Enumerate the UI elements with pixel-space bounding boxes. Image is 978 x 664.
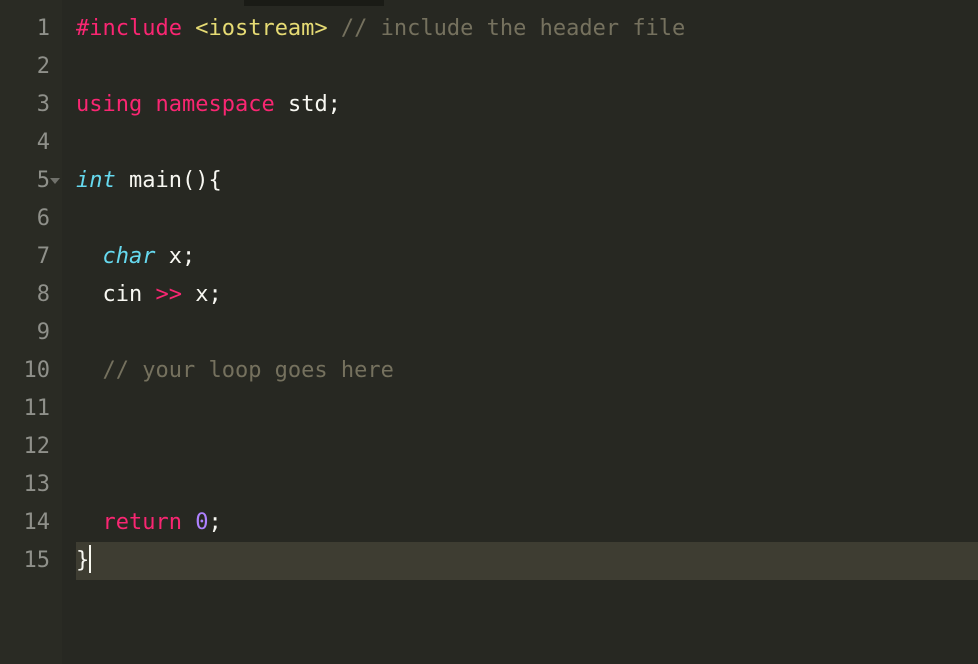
code-token: namespace xyxy=(155,92,274,117)
code-token: return xyxy=(103,510,182,535)
line-number: 12 xyxy=(8,428,50,466)
code-line[interactable] xyxy=(76,48,978,86)
fold-marker-icon[interactable] xyxy=(50,178,60,184)
code-token: std; xyxy=(275,92,341,117)
code-token xyxy=(182,16,195,41)
code-line[interactable]: char x; xyxy=(76,238,978,276)
code-token xyxy=(182,510,195,535)
active-line-highlight xyxy=(76,542,978,580)
code-line[interactable]: #include <iostream> // include the heade… xyxy=(76,10,978,48)
code-token xyxy=(76,244,103,269)
line-number: 15 xyxy=(8,542,50,580)
code-token xyxy=(116,168,129,193)
code-line[interactable]: cin >> x; xyxy=(76,276,978,314)
code-token xyxy=(328,16,341,41)
code-token: #include xyxy=(76,16,182,41)
code-token: cin xyxy=(76,282,155,307)
line-number: 13 xyxy=(8,466,50,504)
code-token: >> xyxy=(155,282,182,307)
code-line[interactable] xyxy=(76,428,978,466)
code-line[interactable]: return 0; xyxy=(76,504,978,542)
line-number: 6 xyxy=(8,200,50,238)
code-line[interactable]: } xyxy=(76,542,978,580)
line-number: 4 xyxy=(8,124,50,162)
code-line[interactable] xyxy=(76,390,978,428)
code-token: <iostream> xyxy=(195,16,327,41)
code-token xyxy=(142,92,155,117)
code-token xyxy=(76,358,103,383)
code-token: (){ xyxy=(182,168,222,193)
code-token: main xyxy=(129,168,182,193)
line-number: 11 xyxy=(8,390,50,428)
line-number-gutter: 123456789101112131415 xyxy=(0,0,62,664)
line-number: 7 xyxy=(8,238,50,276)
code-token: int xyxy=(76,168,116,193)
code-line[interactable]: // your loop goes here xyxy=(76,352,978,390)
code-editor[interactable]: 123456789101112131415 #include <iostream… xyxy=(0,0,978,664)
code-line[interactable] xyxy=(76,466,978,504)
code-token: // your loop goes here xyxy=(103,358,394,383)
code-token: // include the header file xyxy=(341,16,685,41)
code-token: x; xyxy=(182,282,222,307)
line-number: 14 xyxy=(8,504,50,542)
code-token: x; xyxy=(155,244,195,269)
code-token: } xyxy=(76,548,89,573)
line-number: 1 xyxy=(8,10,50,48)
code-area[interactable]: #include <iostream> // include the heade… xyxy=(62,0,978,664)
tab-shadow xyxy=(244,0,384,6)
line-number: 3 xyxy=(8,86,50,124)
code-line[interactable] xyxy=(76,200,978,238)
code-line[interactable] xyxy=(76,314,978,352)
code-token: using xyxy=(76,92,142,117)
line-number: 5 xyxy=(8,162,50,200)
code-line[interactable] xyxy=(76,124,978,162)
code-line[interactable]: int main(){ xyxy=(76,162,978,200)
line-number: 9 xyxy=(8,314,50,352)
code-line[interactable]: using namespace std; xyxy=(76,86,978,124)
code-token: char xyxy=(103,244,156,269)
code-token: ; xyxy=(208,510,221,535)
line-number: 2 xyxy=(8,48,50,86)
code-token xyxy=(76,510,103,535)
line-number: 8 xyxy=(8,276,50,314)
text-cursor xyxy=(89,545,91,573)
code-token: 0 xyxy=(195,510,208,535)
line-number: 10 xyxy=(8,352,50,390)
